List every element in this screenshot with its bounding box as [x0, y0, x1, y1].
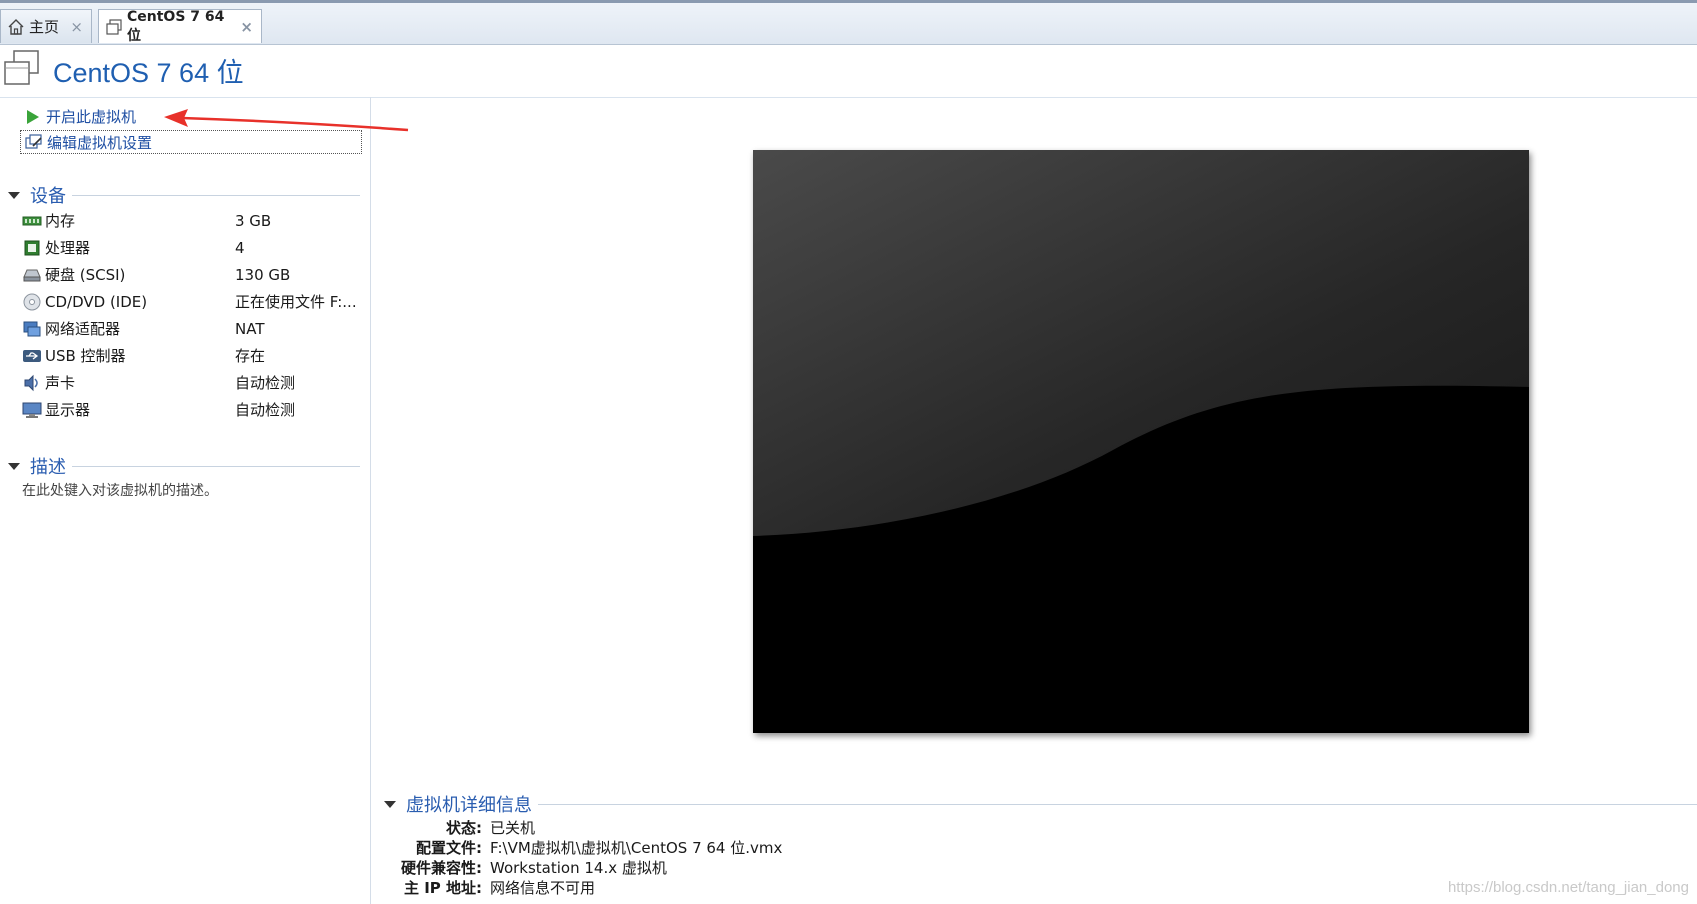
detail-value: Workstation 14.x 虚拟机: [490, 859, 667, 877]
device-row-cd-dvd[interactable]: CD/DVD (IDE) 正在使用文件 F:...: [22, 288, 362, 315]
device-value: 自动检测: [235, 401, 296, 419]
section-divider: [538, 803, 1697, 805]
vm-large-icon: [2, 49, 42, 91]
section-divider: [72, 465, 360, 467]
detail-label: 状态:: [446, 819, 482, 837]
network-icon: [22, 320, 42, 338]
device-value: 正在使用文件 F:...: [235, 293, 357, 311]
home-icon: [7, 18, 25, 36]
tab-home[interactable]: 主页 ×: [0, 9, 92, 43]
collapse-triangle-icon[interactable]: [384, 800, 396, 808]
devices-title: 设备: [30, 186, 66, 207]
usb-icon: [22, 347, 42, 365]
detail-row-ip-address: 主 IP 地址: 网络信息不可用: [384, 877, 1284, 897]
annotation-arrow-icon: [164, 109, 409, 132]
detail-value: F:\VM虚拟机\虚拟机\CentOS 7 64 位.vmx: [490, 839, 783, 857]
device-value: NAT: [235, 319, 265, 338]
play-icon: [24, 108, 42, 126]
harddisk-icon: [22, 266, 42, 284]
collapse-triangle-icon[interactable]: [8, 191, 20, 199]
device-row-display[interactable]: 显示器 自动检测: [22, 396, 362, 423]
display-icon: [22, 401, 42, 419]
detail-label: 硬件兼容性:: [401, 859, 482, 877]
detail-label: 配置文件:: [416, 839, 482, 857]
device-value: 存在: [235, 347, 266, 365]
tab-vm[interactable]: CentOS 7 64 位 ×: [98, 8, 262, 44]
left-panel: 开启此虚拟机 编辑虚拟机设置 设备 内存 3 GB 处理器 4 硬盘 (SCSI…: [0, 97, 371, 904]
watermark: https://blog.csdn.net/tang_jian_dong: [1447, 879, 1689, 896]
device-name: USB 控制器: [45, 347, 126, 365]
device-row-usb[interactable]: USB 控制器 存在: [22, 342, 362, 369]
settings-icon: [25, 133, 43, 151]
sound-icon: [22, 374, 42, 392]
tab-vm-close-icon[interactable]: ×: [240, 18, 253, 36]
details-title: 虚拟机详细信息: [406, 795, 532, 816]
vm-screen-preview[interactable]: [753, 150, 1529, 733]
vm-header: CentOS 7 64 位: [0, 45, 1697, 98]
tab-home-close-icon[interactable]: ×: [70, 18, 83, 36]
device-row-harddisk[interactable]: 硬盘 (SCSI) 130 GB: [22, 261, 362, 288]
detail-value: 网络信息不可用: [490, 879, 596, 897]
device-value: 130 GB: [235, 265, 291, 284]
tab-home-label: 主页: [29, 18, 60, 36]
device-row-cpu[interactable]: 处理器 4: [22, 234, 362, 261]
device-name: 显示器: [45, 401, 91, 419]
cd-icon: [22, 293, 42, 311]
device-row-network[interactable]: 网络适配器 NAT: [22, 315, 362, 342]
devices-section-header[interactable]: 设备: [8, 182, 360, 208]
device-row-memory[interactable]: 内存 3 GB: [22, 207, 362, 234]
device-name: 网络适配器: [45, 320, 121, 338]
tab-bar: 主页 × CentOS 7 64 位 ×: [0, 3, 1697, 45]
vm-icon: [105, 18, 123, 36]
device-name: CD/DVD (IDE): [45, 292, 148, 311]
device-value: 3 GB: [235, 211, 272, 230]
device-value: 自动检测: [235, 374, 296, 392]
device-row-sound[interactable]: 声卡 自动检测: [22, 369, 362, 396]
device-value: 4: [235, 238, 245, 257]
power-on-label: 开启此虚拟机: [46, 108, 137, 126]
section-divider: [72, 194, 360, 196]
detail-row-state: 状态: 已关机: [384, 817, 1284, 837]
collapse-triangle-icon[interactable]: [8, 462, 20, 470]
tab-vm-label: CentOS 7 64 位: [127, 8, 225, 44]
detail-value: 已关机: [490, 819, 536, 837]
device-name: 硬盘 (SCSI): [45, 266, 126, 284]
device-name: 声卡: [45, 374, 76, 392]
description-section-header[interactable]: 描述: [8, 453, 360, 479]
detail-row-hardware-compat: 硬件兼容性: Workstation 14.x 虚拟机: [384, 857, 1284, 877]
memory-icon: [22, 212, 42, 230]
details-section-header[interactable]: 虚拟机详细信息: [384, 791, 1697, 817]
power-on-button[interactable]: 开启此虚拟机: [24, 106, 136, 127]
device-name: 处理器: [45, 239, 91, 257]
description-placeholder[interactable]: 在此处键入对该虚拟机的描述。: [22, 480, 218, 500]
edit-settings-label: 编辑虚拟机设置: [47, 133, 153, 152]
detail-label: 主 IP 地址:: [403, 879, 482, 897]
device-list: 内存 3 GB 处理器 4 硬盘 (SCSI) 130 GB CD/DVD (I…: [22, 207, 362, 423]
device-name: 内存: [45, 212, 76, 230]
description-title: 描述: [30, 457, 66, 478]
page-title: CentOS 7 64 位: [53, 58, 244, 88]
cpu-icon: [22, 239, 42, 257]
detail-row-config-file: 配置文件: F:\VM虚拟机\虚拟机\CentOS 7 64 位.vmx: [384, 837, 1284, 857]
